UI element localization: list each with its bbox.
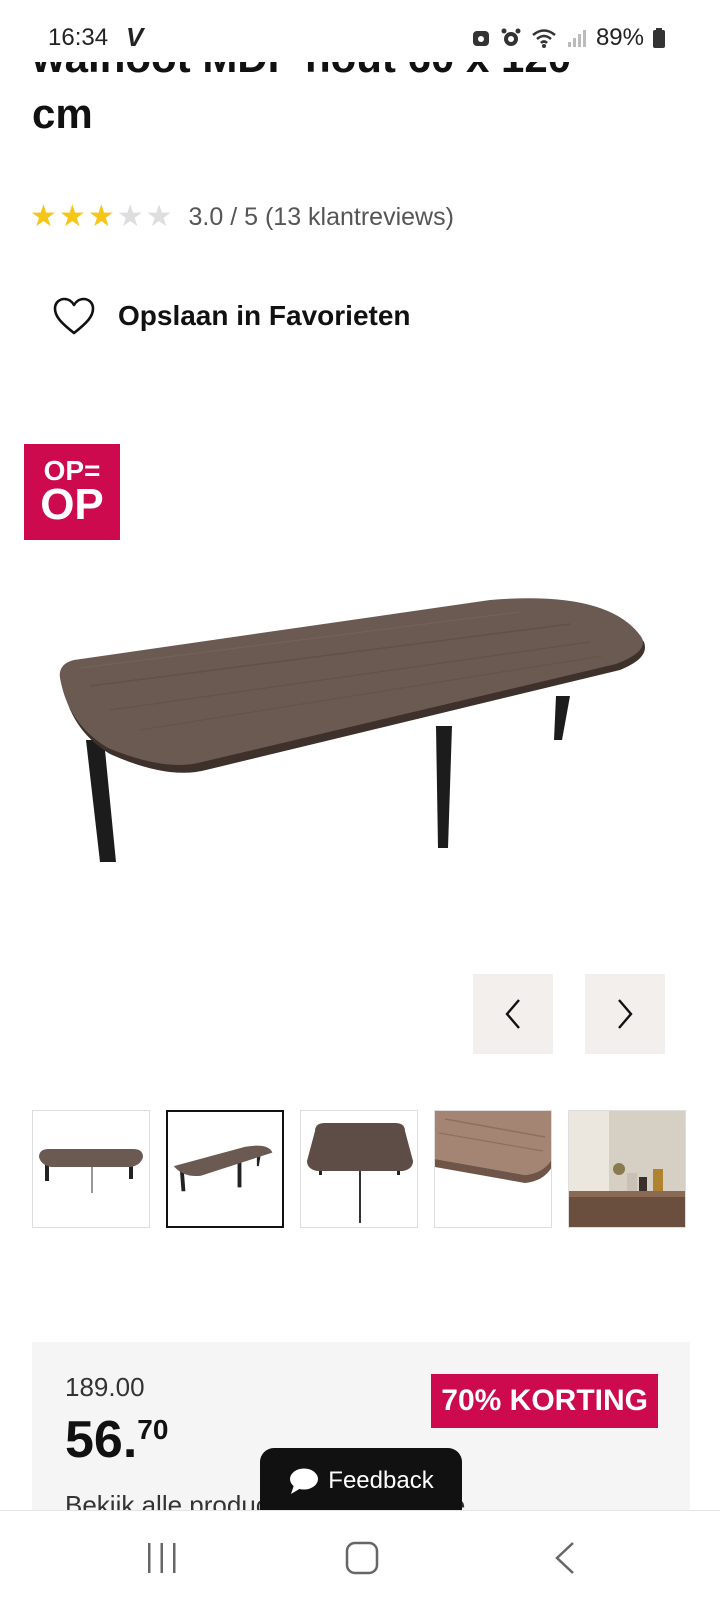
recent-apps-button[interactable]: [137, 1533, 187, 1583]
wifi-icon: [532, 29, 556, 48]
save-favorite-label: Opslaan in Favorieten: [118, 300, 411, 331]
rating-text[interactable]: 3.0 / 5 (13 klantreviews): [189, 203, 454, 232]
recycle-icon: [472, 31, 489, 46]
status-icons: 89%: [470, 24, 666, 52]
product-rating[interactable]: ★ ★ ★ ★ ★ 3.0 / 5 (13 klantreviews): [30, 200, 454, 234]
op-op-badge: OP= OP: [24, 444, 120, 540]
thumb-table-angle[interactable]: [166, 1110, 284, 1228]
system-navigation-bar: [0, 1510, 720, 1600]
star-icon: ★: [30, 200, 57, 233]
badge-line2: OP: [40, 480, 104, 529]
product-main-image[interactable]: [50, 590, 670, 890]
carrier-glyph: V: [126, 22, 144, 52]
feedback-button[interactable]: Feedback: [260, 1448, 462, 1514]
thumb-table-front[interactable]: [32, 1110, 150, 1228]
save-favorite-button[interactable]: Opslaan in Favorieten: [52, 296, 411, 336]
carousel-next-button[interactable]: [585, 974, 665, 1054]
rating-stars: ★ ★ ★ ★ ★: [30, 200, 173, 234]
thumb-table-top[interactable]: [300, 1110, 418, 1228]
back-icon: [555, 1542, 574, 1574]
thumb-table-room[interactable]: [568, 1110, 686, 1228]
carousel-prev-button[interactable]: [473, 974, 553, 1054]
star-icon: ★: [58, 200, 86, 233]
battery-icon: [653, 28, 665, 48]
status-bar: 16:34 V 89%: [0, 0, 720, 64]
discount-badge: 70% KORTING: [431, 1374, 658, 1428]
speech-bubble-icon: [290, 1468, 319, 1494]
chevron-right-icon: [618, 999, 633, 1029]
battery-percentage: 89%: [595, 24, 644, 51]
status-time: 16:34: [48, 24, 109, 51]
thumbnail-strip: [32, 1110, 686, 1228]
recent-apps-icon: [148, 1543, 176, 1573]
heart-icon: [53, 297, 95, 335]
signal-icon: [567, 30, 586, 47]
star-empty-icon: ★: [145, 200, 173, 233]
star-empty-icon: ★: [116, 200, 144, 233]
star-icon: ★: [87, 200, 115, 233]
back-button[interactable]: [540, 1533, 590, 1583]
current-price: 56.70: [65, 1410, 168, 1470]
alarm-icon: [501, 28, 521, 46]
price-main: 56.: [65, 1411, 138, 1469]
feedback-label: Feedback: [328, 1467, 434, 1494]
thumb-table-detail[interactable]: [434, 1110, 552, 1228]
price-cents: 70: [137, 1414, 169, 1445]
home-button[interactable]: [337, 1533, 387, 1583]
old-price: 189.00: [65, 1372, 145, 1402]
product-title-line2: cm: [32, 90, 93, 137]
home-icon: [345, 1541, 379, 1575]
chevron-left-icon: [505, 999, 520, 1029]
